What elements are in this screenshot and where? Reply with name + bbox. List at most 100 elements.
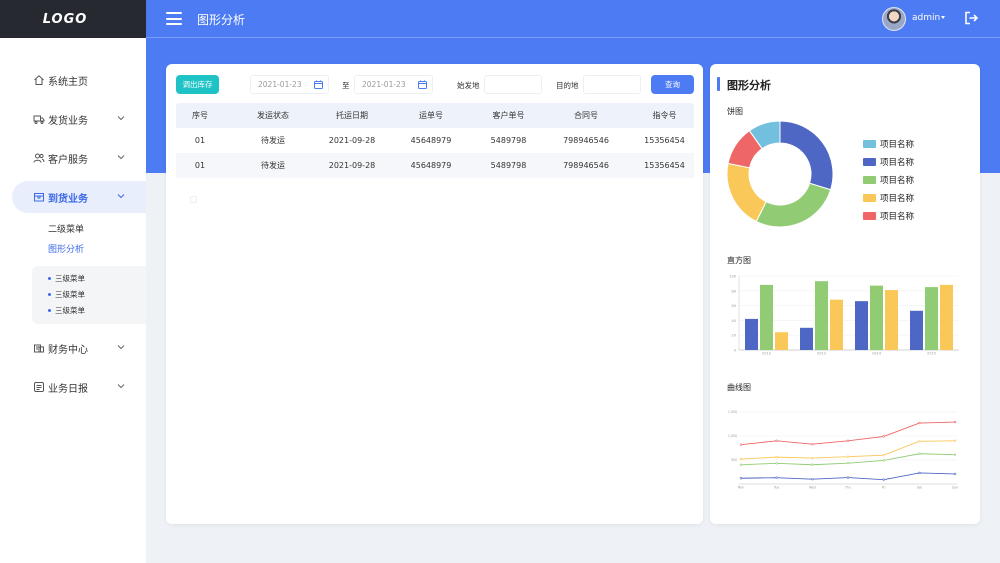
sidebar-item-shipping[interactable]: 发货业务	[12, 103, 146, 135]
legend-item[interactable]: 项目名称	[863, 189, 914, 207]
x-tick-label: Wed	[809, 486, 816, 490]
line-chart: 1,500 1,000 500 Mon Tue Wed Thu Fri Sat Sun	[728, 410, 958, 490]
legend-item[interactable]: 项目名称	[863, 153, 914, 171]
submenu-item-active[interactable]: 图形分析	[48, 240, 146, 260]
y-tick-label: 100	[729, 275, 736, 279]
avatar[interactable]	[882, 7, 906, 31]
pie-legend: 项目名称 项目名称 项目名称 项目名称 项目名称	[863, 135, 914, 225]
submenu: 二级菜单 图形分析	[0, 220, 146, 260]
data-point	[953, 453, 957, 456]
column-header: 运单号	[419, 111, 443, 120]
legend-label: 项目名称	[880, 212, 915, 222]
third-level-item[interactable]: 三级菜单	[48, 271, 146, 287]
x-tick-label: Sat	[917, 486, 923, 490]
legend-item[interactable]: 项目名称	[863, 207, 914, 225]
legend-swatch	[863, 212, 876, 220]
table-cell: 2021-09-28	[328, 136, 376, 145]
x-tick-label: Mon	[738, 486, 745, 490]
bar	[885, 290, 898, 350]
data-point	[953, 420, 957, 424]
table-row[interactable]: 01 待发运 2021-09-28 45648979 5489798 79894…	[176, 128, 694, 153]
bar	[940, 284, 953, 350]
column-header: 合同号	[574, 111, 598, 120]
start-date-input[interactable]: 2021-01-23	[250, 75, 329, 94]
data-point	[918, 440, 921, 443]
sidebar-item-daily-report[interactable]: 业务日报	[12, 371, 146, 403]
logout-icon[interactable]	[963, 10, 979, 26]
bar	[775, 332, 788, 350]
chevron-down-icon	[117, 194, 125, 199]
data-point	[739, 443, 743, 446]
data-point	[882, 435, 885, 438]
analysis-title: 图形分析	[727, 79, 771, 92]
legend-item[interactable]: 项目名称	[863, 171, 914, 189]
y-tick-label: 40	[732, 319, 736, 323]
sidebar-item-customer[interactable]: 客户服务	[12, 142, 146, 174]
bar	[855, 301, 868, 350]
end-date-value: 2021-01-23	[362, 80, 406, 89]
pie-chart-title: 饼图	[727, 107, 743, 116]
sidebar-item-label: 业务日报	[48, 383, 88, 395]
data-point	[953, 472, 957, 476]
x-tick-label: 2012	[762, 352, 771, 356]
sidebar-item-home[interactable]: 系统主页	[12, 64, 146, 96]
origin-label: 始发地	[457, 81, 480, 90]
sidebar-item-arrival[interactable]: 到货业务	[12, 181, 146, 213]
table-cell: 5489798	[490, 136, 527, 145]
origin-input[interactable]	[484, 75, 542, 94]
third-level-item[interactable]: 三级菜单	[48, 303, 146, 319]
submenu-item[interactable]: 二级菜单	[48, 220, 146, 240]
sidebar-nav: 系统主页 发货业务 客户服务 到货业务 二级菜单 图形分析 三级菜单 三级菜单 …	[0, 38, 146, 403]
header-divider	[146, 37, 1000, 38]
legend-item[interactable]: 项目名称	[863, 135, 914, 153]
table-row[interactable]: 01 待发运 2021-09-28 45648979 5489798 79894…	[176, 153, 694, 178]
shipment-table: 序号 发运状态 托运日期 运单号 客户单号 合同号 指令号 01 待发运 202…	[176, 103, 694, 178]
data-point	[811, 442, 814, 446]
sidebar-item-finance[interactable]: 财务中心	[12, 332, 146, 364]
data-point	[739, 463, 743, 466]
data-point	[882, 453, 885, 457]
chevron-down-icon	[117, 116, 125, 121]
bar	[910, 310, 923, 350]
destination-label: 目的地	[556, 81, 579, 90]
chevron-down-icon	[117, 155, 125, 160]
table-cell: 待发运	[261, 136, 285, 145]
table-cell: 15356454	[644, 136, 685, 145]
x-tick-label: Thu	[844, 486, 851, 490]
bar	[760, 284, 773, 350]
third-level-item[interactable]: 三级菜单	[48, 287, 146, 303]
data-point	[882, 478, 885, 481]
table-cell: 2021-09-28	[328, 161, 376, 170]
legend-swatch	[863, 140, 876, 148]
username[interactable]: admin	[912, 13, 940, 23]
sidebar-item-label: 发货业务	[48, 115, 88, 127]
menu-toggle-icon[interactable]	[166, 12, 182, 25]
data-point	[846, 439, 850, 442]
data-point	[811, 463, 814, 466]
data-point	[918, 421, 921, 425]
destination-input[interactable]	[583, 75, 641, 94]
column-header: 序号	[192, 111, 208, 120]
logo: LOGO	[0, 0, 146, 38]
calendar-icon	[314, 80, 323, 89]
data-point	[846, 455, 850, 458]
pie-slice	[727, 162, 767, 223]
query-button[interactable]: 查询	[651, 75, 694, 94]
bar	[925, 287, 938, 350]
data-point	[811, 477, 814, 481]
x-tick-label: Tue	[773, 486, 779, 490]
row-checkbox[interactable]	[190, 196, 197, 203]
start-date-value: 2021-01-23	[258, 80, 302, 89]
chevron-down-icon	[117, 384, 125, 389]
calendar-icon	[418, 80, 427, 89]
third-level-menu: 三级菜单 三级菜单 三级菜单	[32, 266, 146, 324]
truck-icon	[33, 113, 45, 125]
sidebar: LOGO 系统主页 发货业务 客户服务 到货业务 二级菜单 图形分析 三级菜单 …	[0, 0, 146, 563]
y-tick-label: 500	[731, 458, 737, 462]
page-title: 图形分析	[197, 13, 246, 27]
end-date-input[interactable]: 2021-01-23	[354, 75, 433, 94]
export-button[interactable]: 调出库存	[176, 75, 219, 94]
table-cell: 01	[194, 136, 206, 145]
analysis-panel: 图形分析 饼图 项目名称 项目名称 项目名称 项目名称 项目名称 直方图 100 80 60…	[710, 64, 980, 524]
caret-down-icon[interactable]	[941, 16, 945, 19]
